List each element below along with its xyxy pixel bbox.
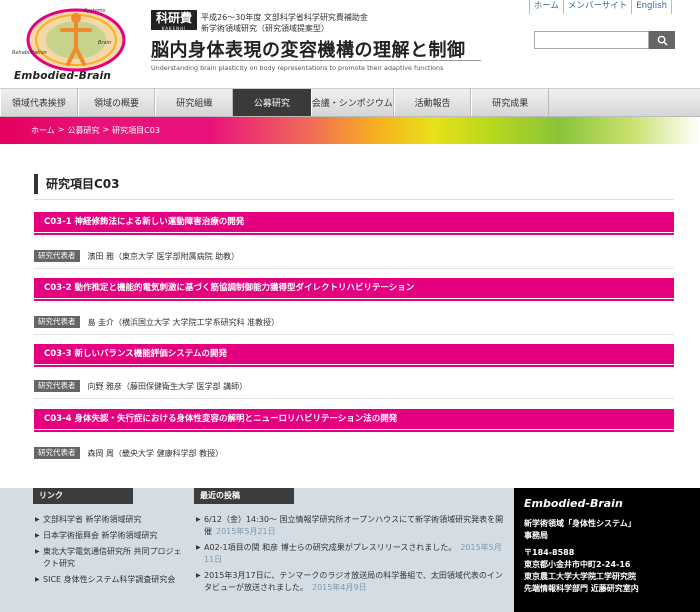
row-divider	[34, 268, 674, 269]
footer-link-jsps[interactable]: 日本学術振興会 新学術領域研究	[33, 530, 183, 542]
nav-item-conference[interactable]: 会議・シンポジウム	[310, 89, 394, 116]
news-list: 6/12（金）14:30～ 国立情報学研究所オープンハウスにて新学術領域研究発表…	[194, 514, 504, 594]
breadcrumb: ホーム > 公募研究 > 研究項目C03	[31, 125, 160, 136]
logo-text: Embodied-Brain	[14, 70, 112, 82]
contact-line: 新学術領域「身体性システム」	[524, 519, 636, 528]
nav-item-greeting[interactable]: 領域代表挨拶	[0, 89, 78, 116]
title-rule	[34, 199, 674, 200]
title-divider	[151, 60, 481, 61]
footer-news: 最近の投稿 6/12（金）14:30～ 国立情報学研究所オープンハウスにて新学術…	[194, 488, 504, 612]
nav-item-results[interactable]: 研究成果	[471, 89, 550, 116]
footer-links-heading: リンク	[33, 488, 133, 504]
nav-item-organization[interactable]: 研究組織	[155, 89, 234, 116]
top-link-members[interactable]: メンバーサイト	[564, 0, 633, 14]
svg-text:Rehabilitation: Rehabilitation	[12, 50, 47, 56]
footer-link-mext[interactable]: 文部科学省 新学術領域研究	[33, 514, 183, 526]
footer-link-sice[interactable]: SICE 身体性システム科学調査研究会	[33, 574, 183, 586]
research-item-c03-3-title[interactable]: C03-3 新しいバランス機能評価システムの開発	[34, 344, 674, 367]
site-subtitle: Understanding brain plasticity on body r…	[151, 64, 444, 72]
research-item-c03-4-representative: 研究代表者 森岡 周（畿央大学 健康科学部 教授）	[34, 447, 674, 459]
contact-line: 東京農工大学大学院工学研究院	[524, 572, 636, 581]
top-link-home[interactable]: ホーム	[530, 0, 564, 14]
top-link-english[interactable]: English	[632, 0, 672, 14]
research-item-c03-2-representative: 研究代表者 島 圭介（横浜国立大学 大学院工学系研究科 准教授）	[34, 316, 674, 328]
search-button[interactable]	[649, 31, 675, 49]
row-divider	[34, 334, 674, 335]
rep-name: 濱田 雅（東京大学 医学部附属病院 助教）	[87, 251, 240, 261]
news-item: A02-1項目の関 和彦 博士らの研究成果がプレスリリースされました。2015年…	[194, 542, 504, 566]
footer-link-tohoku[interactable]: 東北大学電気通信研究所 共同プロジェクト研究	[33, 546, 183, 570]
svg-text:Systems: Systems	[84, 8, 106, 14]
contact-line: 先端情報科学部門 近藤研究室内	[524, 584, 639, 593]
rep-name: 森岡 周（畿央大学 健康科学部 教授）	[87, 448, 224, 458]
search-box	[534, 31, 676, 49]
svg-text:Brain: Brain	[98, 40, 111, 46]
research-item-c03-1-representative: 研究代表者 濱田 雅（東京大学 医学部附属病院 助教）	[34, 250, 674, 262]
news-date: 2015年5月21日	[216, 527, 276, 536]
search-input[interactable]	[534, 31, 649, 49]
contact-line: 事務局	[524, 531, 548, 540]
site-title[interactable]: 脳内身体表現の変容機構の理解と制御	[151, 36, 466, 62]
kakenhi-sub: KAKENHI	[161, 26, 187, 31]
breadcrumb-separator: >	[102, 125, 110, 134]
news-item: 2015年3月17日に、テンマークのラジオ放送局の科学番組で、太田領域代表のイン…	[194, 570, 504, 594]
contact-line: 東京都小金井市中町2-24-16	[524, 560, 631, 569]
nav-item-public-research[interactable]: 公募研究	[233, 89, 311, 116]
research-item-c03-4-title[interactable]: C03-4 身体失認・失行症における身体性変容の解明とニューロリハビリテーション…	[34, 409, 674, 432]
breadcrumb-home[interactable]: ホーム	[31, 125, 55, 136]
row-divider	[34, 398, 674, 399]
contact-box: Embodied-Brain 新学術領域「身体性システム」 事務局 〒184-8…	[514, 488, 700, 612]
news-link[interactable]: A02-1項目の関 和彦 博士らの研究成果がプレスリリースされました。	[204, 543, 456, 552]
top-links: ホーム メンバーサイト English	[528, 0, 672, 14]
search-icon	[657, 35, 668, 46]
rep-badge: 研究代表者	[34, 316, 80, 328]
news-date: 2015年4月9日	[312, 583, 367, 592]
research-item-c03-1-title[interactable]: C03-1 神経修飾法による新しい運動障害治療の開発	[34, 212, 674, 235]
main-nav: 領域代表挨拶 領域の概要 研究組織 公募研究 会議・シンポジウム 活動報告 研究…	[0, 88, 700, 117]
page-title: 研究項目C03	[34, 174, 674, 194]
footer-links: リンク 文部科学省 新学術領域研究 日本学術振興会 新学術領域研究 東北大学電気…	[33, 488, 183, 612]
breadcrumb-current: 研究項目C03	[112, 126, 160, 135]
rep-name: 向野 雅彦（藤田保健衛生大学 医学部 講師）	[87, 381, 248, 391]
grant-category: 新学術領域研究（研究領域提案型）	[201, 24, 329, 33]
news-item: 6/12（金）14:30～ 国立情報学研究所オープンハウスにて新学術領域研究発表…	[194, 514, 504, 538]
nav-item-activity[interactable]: 活動報告	[393, 89, 472, 116]
research-item-c03-2-title[interactable]: C03-2 動作推定と機能的電気刺激に基づく筋協調制御能力獲得型ダイレクトリハビ…	[34, 278, 674, 301]
site-header: Systems Brain Rehabilitation Embodied-Br…	[0, 0, 700, 88]
rep-badge: 研究代表者	[34, 380, 80, 392]
nav-item-overview[interactable]: 領域の概要	[77, 89, 156, 116]
contact-line: 〒184-8588	[524, 548, 575, 557]
rep-badge: 研究代表者	[34, 250, 80, 262]
contact-brand: Embodied-Brain	[524, 497, 623, 510]
breadcrumb-public-research[interactable]: 公募研究	[67, 125, 99, 136]
gradient-banner: ホーム > 公募研究 > 研究項目C03	[0, 117, 700, 144]
footer-news-heading: 最近の投稿	[194, 488, 294, 504]
research-item-c03-3-representative: 研究代表者 向野 雅彦（藤田保健衛生大学 医学部 講師）	[34, 380, 674, 392]
rep-badge: 研究代表者	[34, 447, 80, 459]
breadcrumb-separator: >	[57, 125, 65, 134]
grant-period: 平成26～30年度 文部科学省科学研究費補助金	[201, 13, 368, 22]
rep-name: 島 圭介（横浜国立大学 大学院工学系研究科 准教授）	[87, 317, 280, 327]
